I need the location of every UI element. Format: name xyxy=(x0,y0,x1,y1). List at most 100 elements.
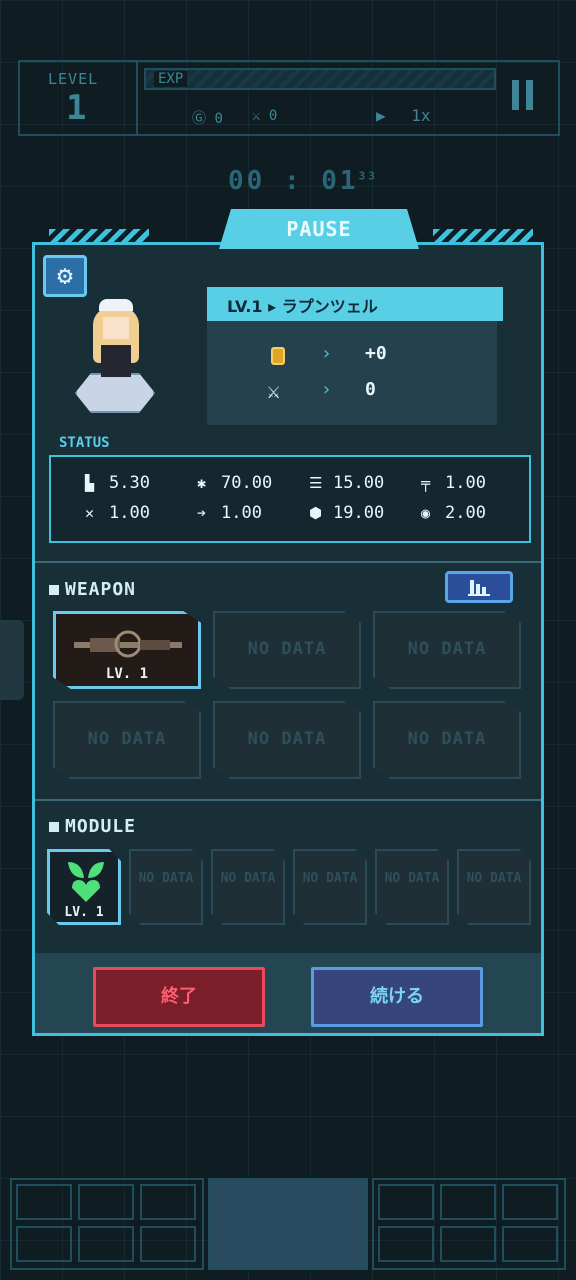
gear-icon: ⚙ xyxy=(57,261,73,291)
pause-panel: PAUSE ⚙ LV.1 ▸ ラプンツェル › +0 ⚔ › 0 STATUS … xyxy=(32,209,544,1036)
stat-defense: ⬢ 19.00 xyxy=(309,503,384,523)
speed-value: 1x xyxy=(411,106,431,125)
weapon-slot-3[interactable]: NO DATA xyxy=(373,611,521,689)
weapon-slot-5[interactable]: NO DATA xyxy=(213,701,361,779)
weapon-level: LV. 1 xyxy=(105,666,149,682)
stat-value: 19.00 xyxy=(333,503,385,523)
side-menu-tab[interactable] xyxy=(0,620,24,700)
dock-slot xyxy=(16,1226,72,1262)
hud-kill-counter: ⚔ 0 xyxy=(252,108,277,124)
game-timer: 00 : 0133 xyxy=(228,166,378,196)
module-title-text: MODULE xyxy=(65,816,137,837)
module-slot-4[interactable]: NO DATA xyxy=(293,849,367,925)
stat-value: 1.00 xyxy=(109,503,150,523)
stat-value: 1.00 xyxy=(445,473,486,493)
status-label: STATUS xyxy=(59,435,110,451)
no-data-label: NO DATA xyxy=(466,871,522,886)
exp-bar: EXP xyxy=(144,68,496,90)
weapon-section-title: WEAPON xyxy=(49,579,136,600)
character-name: LV.1 ▸ ラプンツェル xyxy=(227,297,378,316)
stat-move-speed: ▙ 5.30 xyxy=(85,473,150,493)
module-slot-3[interactable]: NO DATA xyxy=(211,849,285,925)
no-data-label: NO DATA xyxy=(384,871,440,886)
hud-coin-counter: Ⓖ 0 xyxy=(192,108,223,128)
crit-icon: ✕ xyxy=(85,504,95,522)
stat-value: 1.00 xyxy=(221,503,262,523)
dock-weapon-slot xyxy=(16,1184,72,1220)
character-face xyxy=(103,317,129,339)
burst-icon: ✱ xyxy=(197,474,207,492)
weapon-slot-1[interactable]: LV. 1 xyxy=(53,611,201,689)
speed-control[interactable]: ▶ 1x xyxy=(376,106,431,125)
panel-footer: 終了 続ける xyxy=(35,953,541,1033)
dock-module-slot xyxy=(378,1184,434,1220)
continue-button[interactable]: 続ける xyxy=(311,967,483,1027)
module-slot-5[interactable]: NO DATA xyxy=(375,849,449,925)
stat-attack: ✱ 70.00 xyxy=(197,473,272,493)
stats-chart-button[interactable] xyxy=(445,571,513,603)
dock-slot xyxy=(378,1226,434,1262)
character-dress xyxy=(101,345,131,377)
weapon-slot-4[interactable]: NO DATA xyxy=(53,701,201,779)
no-data-label: NO DATA xyxy=(302,871,358,886)
weapon-slot-2[interactable]: NO DATA xyxy=(213,611,361,689)
leaf-heart-icon xyxy=(68,862,104,902)
shield-icon: ⬢ xyxy=(309,504,323,522)
dock-slot xyxy=(78,1226,134,1262)
status-box: ▙ 5.30 ✱ 70.00 ☰ 15.00 ╤ 1.00 ✕ 1.00 ➔ 1.00 ⬢ 1… xyxy=(49,455,531,543)
dock-slot xyxy=(440,1184,496,1220)
stat-fire-rate: ☰ 15.00 xyxy=(309,473,384,493)
boot-icon: ▙ xyxy=(85,474,95,492)
dock-slot xyxy=(502,1184,558,1220)
section-square-icon xyxy=(49,822,59,832)
settings-button[interactable]: ⚙ xyxy=(43,255,87,297)
no-data-label: NO DATA xyxy=(138,871,194,886)
module-slot-1[interactable]: LV. 1 xyxy=(47,849,121,925)
divider xyxy=(35,561,541,563)
weapon-rifle-icon xyxy=(74,630,182,658)
gun-icon: ╤ xyxy=(421,474,431,492)
crossed-swords-icon: ⚔ xyxy=(252,108,261,124)
hud-coin-value: 0 xyxy=(214,111,223,127)
section-square-icon xyxy=(49,585,59,595)
no-data-label: NO DATA xyxy=(247,639,327,659)
stat-dash: ➔ 1.00 xyxy=(197,503,262,523)
weapon-title-text: WEAPON xyxy=(65,579,137,600)
exp-label: EXP xyxy=(154,71,188,87)
rate-icon: ☰ xyxy=(309,474,323,492)
module-level: LV. 1 xyxy=(64,905,104,920)
no-data-label: NO DATA xyxy=(247,729,327,749)
dock-slot xyxy=(78,1184,134,1220)
divider xyxy=(35,799,541,801)
end-button[interactable]: 終了 xyxy=(93,967,265,1027)
pause-icon-bar xyxy=(526,80,533,110)
coin-icon xyxy=(271,347,285,365)
dock-slot xyxy=(502,1226,558,1262)
level-value: 1 xyxy=(66,88,87,128)
arrow-right-icon: › xyxy=(321,379,332,400)
coin-icon: Ⓖ xyxy=(192,111,206,127)
stat-value: 5.30 xyxy=(109,473,150,493)
no-data-label: NO DATA xyxy=(87,729,167,749)
no-data-label: NO DATA xyxy=(220,871,276,886)
stat-crit: ✕ 1.00 xyxy=(85,503,150,523)
crossed-swords-icon: ⚔ xyxy=(267,379,281,404)
timer-sub: 33 xyxy=(358,169,378,183)
pause-button[interactable] xyxy=(512,80,540,114)
stat-value: 2.00 xyxy=(445,503,486,523)
range-icon: ◉ xyxy=(421,504,431,522)
play-icon: ▶ xyxy=(376,106,386,125)
dock-slot xyxy=(140,1184,196,1220)
character-sprite xyxy=(93,297,139,381)
module-slot-2[interactable]: NO DATA xyxy=(129,849,203,925)
level-box: LEVEL 1 xyxy=(20,62,138,134)
pause-icon xyxy=(512,80,519,110)
module-section-title: MODULE xyxy=(49,816,136,837)
stat-projectile: ╤ 1.00 xyxy=(421,473,486,493)
module-slot-6[interactable]: NO DATA xyxy=(457,849,531,925)
pause-tab: PAUSE xyxy=(219,209,419,249)
weapon-slot-6[interactable]: NO DATA xyxy=(373,701,521,779)
dock-slot xyxy=(140,1226,196,1262)
character-cap xyxy=(99,299,133,311)
pause-title: PAUSE xyxy=(286,217,352,241)
